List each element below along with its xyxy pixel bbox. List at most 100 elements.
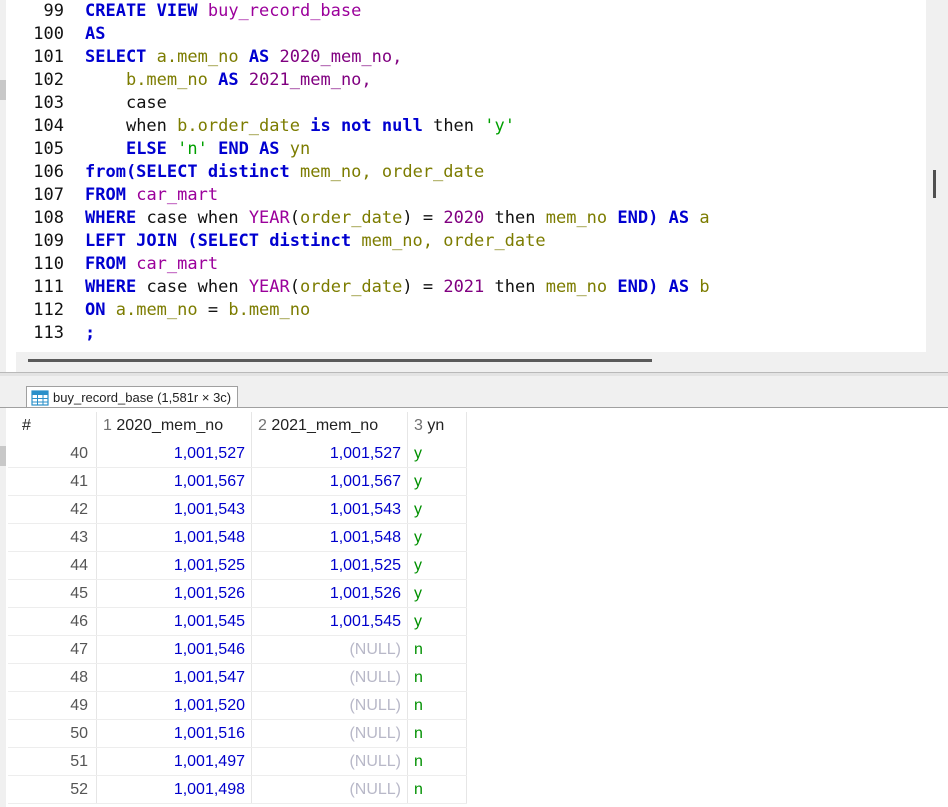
column-header-2021-mem-no[interactable]: 2 2021_mem_no <box>251 412 408 440</box>
sql-editor[interactable]: 99 CREATE VIEW buy_record_base 100 AS 101 SEL… <box>0 0 948 372</box>
column-header-rownum[interactable]: # <box>8 412 97 440</box>
editor-vertical-scrollbar[interactable] <box>926 0 948 372</box>
row-number-cell[interactable]: 43 <box>8 523 97 552</box>
row-number-cell[interactable]: 41 <box>8 467 97 496</box>
cell-yn[interactable]: n <box>407 747 467 776</box>
row-number-cell[interactable]: 42 <box>8 495 97 524</box>
editor-horizontal-scrollbar[interactable] <box>16 352 926 372</box>
code-line[interactable]: 100 AS <box>0 23 926 46</box>
cell-yn[interactable]: y <box>407 440 467 468</box>
cell-2021-mem-no[interactable]: (NULL) <box>251 691 408 720</box>
row-number-cell[interactable]: 48 <box>8 663 97 692</box>
table-row[interactable]: 44 1,001,525 1,001,525 y <box>8 551 467 580</box>
cell-yn[interactable]: n <box>407 663 467 692</box>
code-text: b.mem_no AS 2021_mem_no, <box>85 69 372 92</box>
table-row[interactable]: 50 1,001,516 (NULL) n <box>8 719 467 748</box>
cell-yn[interactable]: y <box>407 495 467 524</box>
table-row[interactable]: 47 1,001,546 (NULL) n <box>8 635 467 664</box>
editor-vertical-scroll-thumb[interactable] <box>933 170 936 198</box>
code-token: ) = <box>402 208 444 228</box>
pane-splitter[interactable] <box>0 372 948 376</box>
cell-2021-mem-no[interactable]: 1,001,543 <box>251 495 408 524</box>
cell-2020-mem-no[interactable]: 1,001,567 <box>96 467 252 496</box>
row-number-cell[interactable]: 44 <box>8 551 97 580</box>
cell-2020-mem-no[interactable]: 1,001,545 <box>96 607 252 636</box>
row-number-cell[interactable]: 46 <box>8 607 97 636</box>
cell-2021-mem-no[interactable]: (NULL) <box>251 775 408 804</box>
row-number-cell[interactable]: 45 <box>8 579 97 608</box>
code-line[interactable]: 113; <box>0 322 926 345</box>
code-line[interactable]: 102 b.mem_no AS 2021_mem_no, <box>0 69 926 92</box>
code-line[interactable]: 108 WHERE case when YEAR(order_date) = 20… <box>0 207 926 230</box>
cell-2021-mem-no[interactable]: (NULL) <box>251 747 408 776</box>
cell-yn[interactable]: y <box>407 607 467 636</box>
cell-2021-mem-no[interactable]: 1,001,548 <box>251 523 408 552</box>
cell-yn[interactable]: n <box>407 635 467 664</box>
cell-2020-mem-no[interactable]: 1,001,527 <box>96 440 252 468</box>
code-line[interactable]: 106 from(SELECT distinct mem_no, order_da… <box>0 161 926 184</box>
code-token: case when <box>146 277 239 297</box>
cell-2021-mem-no[interactable]: 1,001,545 <box>251 607 408 636</box>
row-number-cell[interactable]: 51 <box>8 747 97 776</box>
code-line[interactable]: 111 WHERE case when YEAR(order_date) = 20… <box>0 276 926 299</box>
table-row[interactable]: 41 1,001,567 1,001,567 y <box>8 467 467 496</box>
table-row[interactable]: 46 1,001,545 1,001,545 y <box>8 607 467 636</box>
code-line[interactable]: 112 ON a.mem_no = b.mem_no <box>0 299 926 322</box>
cell-2021-mem-no[interactable]: 1,001,527 <box>251 440 408 468</box>
cell-yn[interactable]: n <box>407 719 467 748</box>
table-row[interactable]: 51 1,001,497 (NULL) n <box>8 747 467 776</box>
table-row[interactable]: 49 1,001,520 (NULL) n <box>8 691 467 720</box>
cell-2020-mem-no[interactable]: 1,001,546 <box>96 635 252 664</box>
code-token: AS <box>248 47 270 67</box>
code-line[interactable]: 107 FROM car_mart <box>0 184 926 207</box>
cell-yn[interactable]: n <box>407 691 467 720</box>
code-line[interactable]: 99 CREATE VIEW buy_record_base <box>0 0 926 23</box>
results-grid[interactable]: # 1 2020_mem_no 2 2021_mem_no 3 yn 40 1,0… <box>0 408 948 807</box>
grid-marker[interactable] <box>0 446 6 466</box>
cell-2020-mem-no[interactable]: 1,001,547 <box>96 663 252 692</box>
cell-yn[interactable]: y <box>407 523 467 552</box>
table-row[interactable]: 48 1,001,547 (NULL) n <box>8 663 467 692</box>
table-row[interactable]: 52 1,001,498 (NULL) n <box>8 775 467 804</box>
row-number-cell[interactable]: 47 <box>8 635 97 664</box>
table-row[interactable]: 45 1,001,526 1,001,526 y <box>8 579 467 608</box>
code-line[interactable]: 110 FROM car_mart <box>0 253 926 276</box>
cell-yn[interactable]: n <box>407 775 467 804</box>
table-row[interactable]: 43 1,001,548 1,001,548 y <box>8 523 467 552</box>
cell-2020-mem-no[interactable]: 1,001,543 <box>96 495 252 524</box>
cell-2021-mem-no[interactable]: 1,001,526 <box>251 579 408 608</box>
cell-2021-mem-no[interactable]: (NULL) <box>251 719 408 748</box>
code-line[interactable]: 109 LEFT JOIN (SELECT distinct mem_no, or… <box>0 230 926 253</box>
cell-yn[interactable]: y <box>407 551 467 580</box>
cell-2021-mem-no[interactable]: 1,001,567 <box>251 467 408 496</box>
cell-2021-mem-no[interactable]: (NULL) <box>251 663 408 692</box>
cell-2020-mem-no[interactable]: 1,001,498 <box>96 775 252 804</box>
row-number-cell[interactable]: 40 <box>8 440 97 468</box>
editor-horizontal-scroll-thumb[interactable] <box>28 359 652 362</box>
code-line[interactable]: 103 case <box>0 92 926 115</box>
cell-yn[interactable]: y <box>407 579 467 608</box>
code-line[interactable]: 101 SELECT a.mem_no AS 2020_mem_no, <box>0 46 926 69</box>
cell-2020-mem-no[interactable]: 1,001,525 <box>96 551 252 580</box>
row-number-cell[interactable]: 49 <box>8 691 97 720</box>
row-number-cell[interactable]: 52 <box>8 775 97 804</box>
cell-2020-mem-no[interactable]: 1,001,526 <box>96 579 252 608</box>
cell-2021-mem-no[interactable]: 1,001,525 <box>251 551 408 580</box>
cell-2020-mem-no[interactable]: 1,001,497 <box>96 747 252 776</box>
cell-2021-mem-no[interactable]: (NULL) <box>251 635 408 664</box>
column-header-yn[interactable]: 3 yn <box>407 412 467 440</box>
code-lines[interactable]: 99 CREATE VIEW buy_record_base 100 AS 101 SEL… <box>0 0 926 355</box>
cell-2020-mem-no[interactable]: 1,001,548 <box>96 523 252 552</box>
cell-yn[interactable]: y <box>407 467 467 496</box>
results-tab[interactable]: buy_record_base (1,581r × 3c) <box>26 386 239 408</box>
row-number-cell[interactable]: 50 <box>8 719 97 748</box>
cell-2020-mem-no[interactable]: 1,001,520 <box>96 691 252 720</box>
code-line[interactable]: 105 ELSE 'n' END AS yn <box>0 138 926 161</box>
code-line[interactable]: 104 when b.order_date is not null then '… <box>0 115 926 138</box>
column-header-2020-mem-no[interactable]: 1 2020_mem_no <box>96 412 252 440</box>
table-row[interactable]: 40 1,001,527 1,001,527 y <box>8 440 467 468</box>
cell-2020-mem-no[interactable]: 1,001,516 <box>96 719 252 748</box>
table-row[interactable]: 42 1,001,543 1,001,543 y <box>8 495 467 524</box>
